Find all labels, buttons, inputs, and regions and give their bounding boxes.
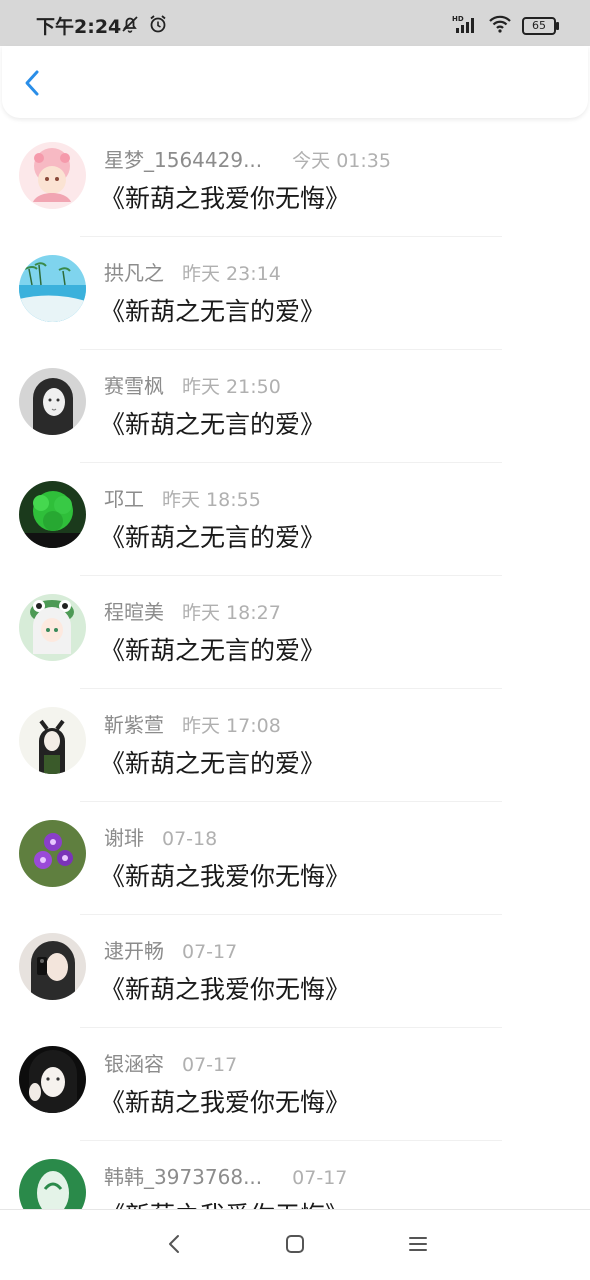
book-title[interactable]: 《新葫之无言的爱》 xyxy=(100,292,325,328)
user-name[interactable]: 拱凡之 xyxy=(104,257,164,286)
book-title[interactable]: 《新葫之无言的爱》 xyxy=(100,631,325,667)
screen: 下午2:24 HD 65 星梦_1564429... 今天 01:35 《新葫之… xyxy=(0,0,590,1280)
chevron-left-icon xyxy=(25,70,39,96)
timestamp: 昨天 18:55 xyxy=(162,489,261,511)
avatar[interactable] xyxy=(19,594,86,661)
alarm-icon xyxy=(148,14,168,38)
list-item[interactable]: 银涵容 07-17 《新葫之我爱你无悔》 xyxy=(0,1028,590,1141)
timestamp: 07-17 xyxy=(292,1167,348,1189)
status-time: 下午2:24 xyxy=(36,16,122,38)
user-name[interactable]: 星梦_1564429... xyxy=(104,144,262,173)
item-meta: 邛工 昨天 18:55 xyxy=(104,483,261,512)
comment-list: 星梦_1564429... 今天 01:35 《新葫之我爱你无悔》 拱凡之 昨天… xyxy=(0,124,590,1209)
avatar[interactable] xyxy=(19,1159,86,1209)
user-name[interactable]: 韩韩_3973768... xyxy=(104,1161,262,1190)
user-name[interactable]: 程暄美 xyxy=(104,596,164,625)
list-item[interactable]: 星梦_1564429... 今天 01:35 《新葫之我爱你无悔》 xyxy=(0,124,590,237)
battery-indicator: 65 xyxy=(522,17,559,35)
item-meta: 逮开畅 07-17 xyxy=(104,935,237,964)
status-bar: 下午2:24 HD 65 xyxy=(0,0,590,46)
timestamp: 07-17 xyxy=(182,1054,238,1076)
user-name[interactable]: 赛雪枫 xyxy=(104,370,164,399)
user-name[interactable]: 逮开畅 xyxy=(104,935,164,964)
book-title[interactable]: 《新葫之我爱你无悔》 xyxy=(100,179,350,215)
menu-nav-icon[interactable] xyxy=(406,1232,430,1256)
user-name[interactable]: 谢琲 xyxy=(104,822,144,851)
list-item[interactable]: 韩韩_3973768... 07-17 《新葫之我爱你无悔》 xyxy=(0,1141,590,1209)
item-meta: 星梦_1564429... 今天 01:35 xyxy=(104,144,391,173)
item-meta: 拱凡之 昨天 23:14 xyxy=(104,257,281,286)
user-name[interactable]: 靳紫萱 xyxy=(104,709,164,738)
user-name[interactable]: 邛工 xyxy=(104,483,144,512)
back-button[interactable] xyxy=(18,68,48,98)
avatar[interactable] xyxy=(19,368,86,435)
timestamp: 今天 01:35 xyxy=(292,150,391,172)
avatar[interactable] xyxy=(19,255,86,322)
book-title[interactable]: 《新葫之无言的爱》 xyxy=(100,405,325,441)
book-title[interactable]: 《新葫之无言的爱》 xyxy=(100,744,325,780)
item-meta: 谢琲 07-18 xyxy=(104,822,217,851)
wifi-icon xyxy=(488,14,512,38)
home-nav-icon[interactable] xyxy=(283,1232,307,1256)
list-item[interactable]: 拱凡之 昨天 23:14 《新葫之无言的爱》 xyxy=(0,237,590,350)
timestamp: 昨天 17:08 xyxy=(182,715,281,737)
header xyxy=(2,46,588,118)
book-title[interactable]: 《新葫之我爱你无悔》 xyxy=(100,970,350,1006)
list-item[interactable]: 程暄美 昨天 18:27 《新葫之无言的爱》 xyxy=(0,576,590,689)
avatar[interactable] xyxy=(19,707,86,774)
timestamp: 昨天 23:14 xyxy=(182,263,281,285)
item-meta: 程暄美 昨天 18:27 xyxy=(104,596,281,625)
list-item[interactable]: 逮开畅 07-17 《新葫之我爱你无悔》 xyxy=(0,915,590,1028)
item-meta: 赛雪枫 昨天 21:50 xyxy=(104,370,281,399)
item-meta: 靳紫萱 昨天 17:08 xyxy=(104,709,281,738)
item-meta: 韩韩_3973768... 07-17 xyxy=(104,1161,347,1190)
list-item[interactable]: 邛工 昨天 18:55 《新葫之无言的爱》 xyxy=(0,463,590,576)
avatar[interactable] xyxy=(19,142,86,209)
book-title[interactable]: 《新葫之我爱你无悔》 xyxy=(100,1083,350,1119)
avatar[interactable] xyxy=(19,933,86,1000)
user-name[interactable]: 银涵容 xyxy=(104,1048,164,1077)
avatar[interactable] xyxy=(19,1046,86,1113)
list-item[interactable]: 赛雪枫 昨天 21:50 《新葫之无言的爱》 xyxy=(0,350,590,463)
list-item[interactable]: 靳紫萱 昨天 17:08 《新葫之无言的爱》 xyxy=(0,689,590,802)
timestamp: 07-17 xyxy=(182,941,238,963)
book-title[interactable]: 《新葫之我爱你无悔》 xyxy=(100,857,350,893)
timestamp: 昨天 18:27 xyxy=(182,602,281,624)
avatar[interactable] xyxy=(19,481,86,548)
book-title[interactable]: 《新葫之无言的爱》 xyxy=(100,518,325,554)
hd-signal-icon: HD xyxy=(452,14,478,38)
list-item[interactable]: 谢琲 07-18 《新葫之我爱你无悔》 xyxy=(0,802,590,915)
timestamp: 昨天 21:50 xyxy=(182,376,281,398)
svg-text:HD: HD xyxy=(452,15,464,23)
timestamp: 07-18 xyxy=(162,828,218,850)
system-nav-bar xyxy=(0,1209,590,1280)
mute-bell-icon xyxy=(120,14,140,38)
back-nav-icon[interactable] xyxy=(163,1232,187,1256)
status-icons-right: HD 65 xyxy=(452,14,559,38)
avatar[interactable] xyxy=(19,820,86,887)
status-icons-left xyxy=(120,14,168,38)
book-title[interactable]: 《新葫之我爱你无悔》 xyxy=(100,1196,350,1209)
item-meta: 银涵容 07-17 xyxy=(104,1048,237,1077)
